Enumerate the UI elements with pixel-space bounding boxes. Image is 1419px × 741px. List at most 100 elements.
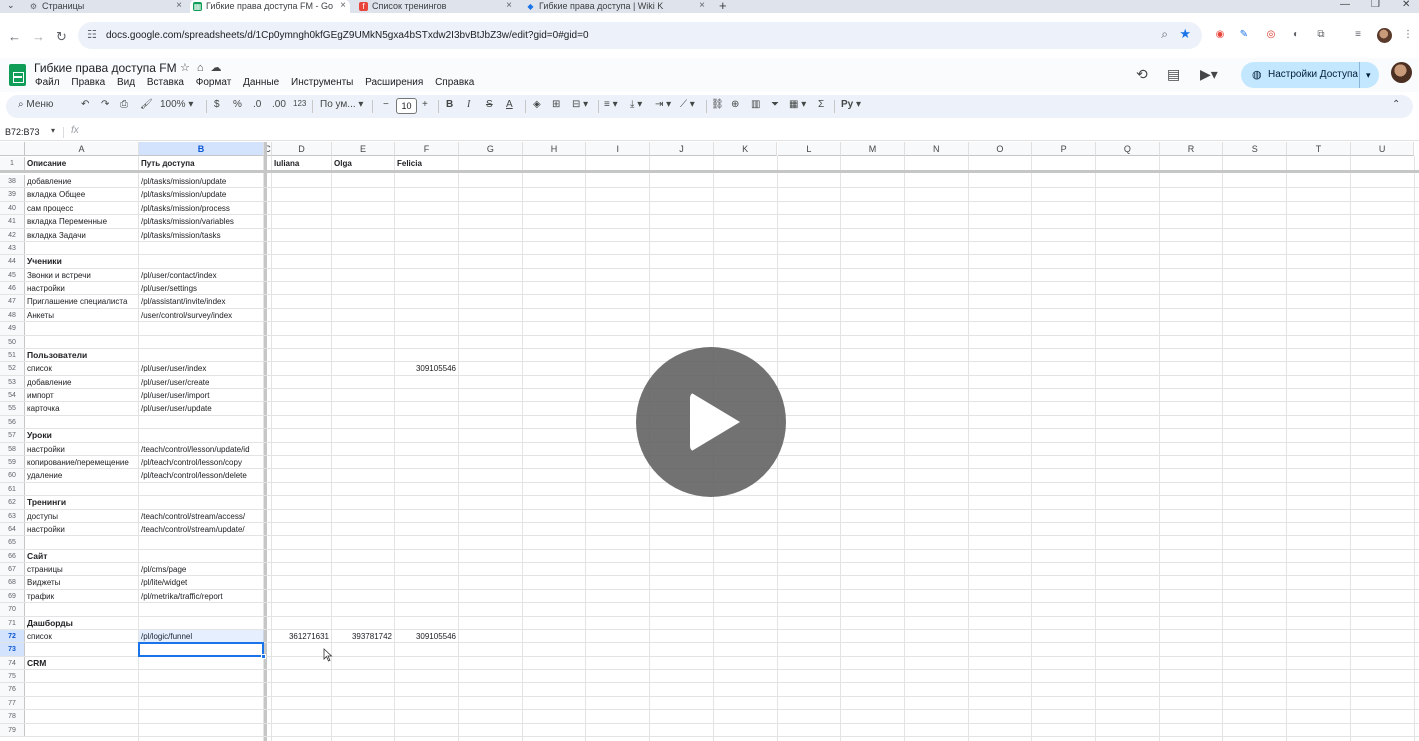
cell-b[interactable]: /pl/tasks/mission/update [141,175,261,188]
cell-a[interactable]: трафик [27,590,136,603]
italic-button[interactable]: I [467,99,470,110]
row-number[interactable]: 59 [0,455,25,470]
cell-a[interactable]: Ученики [27,255,136,268]
fill-color-icon[interactable]: ◈ [533,99,541,110]
cell-a[interactable]: Анкеты [27,309,136,322]
value-cell-d[interactable]: 361271631 [274,630,329,643]
column-header-i[interactable]: I [586,142,651,156]
cell-b[interactable]: /pl/teach/control/lesson/delete [141,469,261,482]
column-header-o[interactable]: O [968,142,1033,156]
cell-a[interactable]: Звонки и встречи [27,269,136,282]
cell-a[interactable]: вкладка Переменные [27,215,136,228]
close-tab-icon[interactable]: × [699,0,705,12]
cell-b[interactable]: /pl/tasks/mission/process [141,202,261,215]
row-number[interactable]: 44 [0,255,25,269]
menu-format[interactable]: Формат [196,77,232,88]
extension-icon[interactable]: ◎ [1264,28,1278,42]
close-window-button[interactable]: ✕ [1402,0,1410,10]
value-cell-e[interactable]: 393781742 [334,630,392,643]
column-header-g[interactable]: G [459,142,523,156]
menu-view[interactable]: Вид [117,77,135,88]
cell-a[interactable]: сам процесс [27,202,136,215]
name-box[interactable]: B72:B73 [5,127,40,137]
row-number[interactable]: 67 [0,563,25,577]
header-cell-b[interactable]: Путь доступа [141,157,262,170]
row-number[interactable]: 42 [0,228,25,242]
font-select[interactable]: По ум... ▾ [320,99,363,110]
undo-icon[interactable]: ↶ [81,99,89,110]
cell-b[interactable]: /pl/user/user/index [141,362,261,375]
restore-button[interactable]: ❐ [1371,0,1380,10]
column-header-e[interactable]: E [332,142,395,156]
sheets-logo-icon[interactable] [9,64,26,86]
video-play-button[interactable] [636,347,786,497]
extension-icon[interactable]: ◐ [1289,28,1303,42]
cell-a[interactable]: список [27,362,136,375]
row-number[interactable]: 52 [0,362,25,376]
tab-search-icon[interactable]: ⌄ [7,0,15,11]
minimize-button[interactable]: — [1340,0,1350,10]
fill-handle[interactable] [261,653,266,659]
cell-b[interactable]: /pl/teach/control/lesson/copy [141,456,261,469]
cell-a[interactable]: доступы [27,510,136,523]
cell-a[interactable]: карточка [27,402,136,415]
share-button[interactable]: ◍ Настройки Доступа ▾ [1241,62,1379,88]
paint-format-icon[interactable]: 🖌 [140,99,153,110]
column-header-n[interactable]: N [904,142,969,156]
address-bar[interactable]: ☷ docs.google.com/spreadsheets/d/1Cp0ymn… [78,22,1202,49]
row-number[interactable]: 53 [0,375,25,390]
row-number[interactable]: 60 [0,469,25,483]
menu-file[interactable]: Файл [35,77,60,88]
menu-extensions[interactable]: Расширения [365,77,423,88]
column-header-h[interactable]: H [522,142,587,156]
column-header-t[interactable]: T [1287,142,1351,156]
history-icon[interactable]: ⟲ [1136,66,1148,83]
cell-a[interactable]: Тренинги [27,496,136,509]
row-number[interactable]: 61 [0,482,25,497]
header-cell-a[interactable]: Описание [27,157,137,170]
header-cell-f[interactable]: Felicia [397,157,457,170]
merge-cells-icon[interactable]: ⊟ ▾ [572,99,588,110]
document-title[interactable]: Гибкие права доступа FM [34,61,177,75]
close-tab-icon[interactable]: × [176,0,182,12]
cell-b[interactable]: /teach/control/stream/update/ [141,523,261,536]
browser-tab-pages[interactable]: ⚙ Страницы × [26,0,186,13]
header-cell-d[interactable]: Iuliana [274,157,330,170]
menu-edit[interactable]: Правка [71,77,105,88]
close-tab-icon[interactable]: × [340,0,346,12]
cell-b[interactable]: /pl/user/user/update [141,402,261,415]
cell-b[interactable]: /pl/tasks/mission/variables [141,215,261,228]
row-number[interactable]: 68 [0,576,25,590]
forward-icon[interactable]: → [32,29,45,44]
cell-a[interactable]: настройки [27,443,136,456]
print-icon[interactable]: ⎙ [120,99,128,110]
cell-a[interactable]: копирование/перемещение [27,456,136,469]
cell-b[interactable]: /pl/lite/widget [141,576,261,589]
row-number[interactable]: 79 [0,723,25,737]
font-size-minus-button[interactable]: − [383,99,389,110]
cell-a[interactable]: вкладка Задачи [27,229,136,242]
row-number[interactable]: 63 [0,509,25,523]
filter-icon[interactable]: ⏷ [771,99,779,110]
menu-help[interactable]: Справка [435,77,474,88]
menu-data[interactable]: Данные [243,77,279,88]
frozen-row-divider[interactable] [0,170,1419,173]
header-cell-e[interactable]: Olga [334,157,393,170]
column-header-k[interactable]: K [713,142,778,156]
profile-avatar[interactable] [1377,28,1392,43]
cell-a[interactable]: вкладка Общее [27,188,136,201]
increase-decimal-button[interactable]: .00 [272,99,286,110]
cell-a[interactable]: импорт [27,389,136,402]
meet-icon[interactable]: ▶▾ [1200,66,1218,83]
pen-extension-icon[interactable]: ✎ [1237,28,1251,42]
cell-b[interactable]: /user/control/survey/index [141,309,261,322]
cell-a[interactable]: Сайт [27,550,136,563]
row-number[interactable]: 73 [0,643,25,657]
row-number[interactable]: 49 [0,322,25,336]
row-number[interactable]: 72 [0,629,25,644]
row-number[interactable]: 1 [0,157,25,170]
column-header-r[interactable]: R [1159,142,1224,156]
row-number[interactable]: 51 [0,348,25,363]
column-header-j[interactable]: J [650,142,714,156]
cell-a[interactable]: страницы [27,563,136,576]
